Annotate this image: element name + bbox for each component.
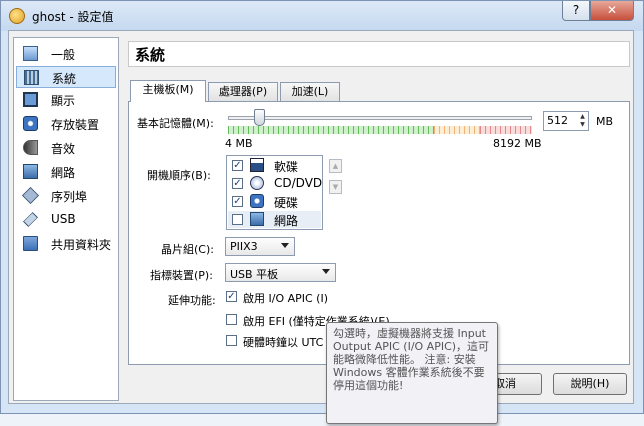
sidebar-item-label: 共用資料夾: [51, 238, 112, 252]
pointing-device-select[interactable]: USB 平板: [225, 263, 336, 282]
sidebar-item-network[interactable]: 網路: [16, 161, 116, 183]
storage-disk-icon: [23, 116, 38, 131]
boot-item-floppy[interactable]: ✓ 軟碟: [228, 157, 321, 174]
utc-clock-label: 硬體時鐘以 UTC: [243, 336, 324, 349]
sidebar-item-usb[interactable]: USB: [16, 209, 116, 231]
page-title: 系統: [135, 46, 166, 64]
speaker-icon: [23, 140, 38, 155]
tab-motherboard[interactable]: 主機板(M): [130, 80, 206, 102]
utc-clock-checkbox[interactable]: [226, 335, 237, 346]
window-title: ghost - 設定值: [32, 10, 114, 24]
hard-disk-icon: [250, 194, 264, 208]
memory-spinbox[interactable]: 512 ▲ ▼: [543, 111, 589, 131]
boot-hdd-checkbox[interactable]: ✓: [232, 196, 243, 207]
boot-item-hard-disk[interactable]: ✓ 硬碟: [228, 193, 321, 210]
sidebar-item-label: 存放裝置: [51, 118, 100, 132]
help-title-button[interactable]: ?: [562, 1, 590, 21]
sidebar-item-label: 序列埠: [51, 190, 88, 204]
chevron-down-icon: [322, 269, 330, 274]
sidebar-item-label: 顯示: [51, 94, 76, 108]
memory-value: 512: [547, 114, 568, 127]
page-header: 系統: [128, 41, 630, 67]
sidebar-item-serial-port[interactable]: 序列埠: [16, 185, 116, 207]
sidebar-item-system[interactable]: 系統: [16, 66, 116, 88]
boot-item-network[interactable]: 網路: [228, 211, 321, 228]
chevron-down-icon: [281, 243, 289, 248]
memory-unit: MB: [596, 115, 614, 128]
sidebar-item-label: 一般: [51, 48, 76, 62]
memory-slider-warning-range: [434, 126, 480, 134]
sidebar-item-label: 網路: [51, 166, 76, 180]
memory-slider-danger-range: [480, 126, 532, 134]
chipset-select[interactable]: PIIX3: [225, 237, 295, 256]
sidebar-item-label: USB: [51, 212, 76, 226]
help-button[interactable]: 說明(H): [553, 373, 627, 395]
boot-item-label: CD/DVD: [274, 176, 323, 190]
boot-item-label: 軟碟: [274, 160, 299, 174]
efi-checkbox[interactable]: [226, 314, 237, 325]
move-down-button[interactable]: ▼: [329, 180, 342, 194]
memory-min-label: 4 MB: [225, 137, 253, 150]
spin-down-icon[interactable]: ▼: [578, 121, 587, 129]
io-apic-checkbox[interactable]: ✓: [226, 291, 237, 302]
sidebar-item-general[interactable]: 一般: [16, 43, 116, 65]
settings-sidebar: 一般 系統 顯示 存放裝置 音效 網路 序列埠 USB 共用資料夾: [13, 37, 119, 401]
io-apic-label: 啟用 I/O APIC (I): [243, 292, 329, 305]
boot-floppy-checkbox[interactable]: ✓: [232, 160, 243, 171]
network-icon: [23, 164, 38, 179]
network-icon: [250, 212, 264, 226]
chipset-value: PIIX3: [230, 240, 258, 253]
cd-dvd-icon: [250, 176, 264, 190]
memory-max-label: 8192 MB: [493, 137, 542, 150]
sidebar-item-storage[interactable]: 存放裝置: [16, 113, 116, 135]
sidebar-item-display[interactable]: 顯示: [16, 89, 116, 111]
sidebar-item-label: 音效: [51, 142, 76, 156]
spin-up-icon[interactable]: ▲: [578, 113, 587, 121]
title-bar: ghost - 設定值 ? ✕: [1, 1, 643, 31]
memory-label: 基本記憶體(M):: [137, 117, 214, 130]
sidebar-item-audio[interactable]: 音效: [16, 137, 116, 159]
pointing-device-value: USB 平板: [230, 268, 279, 281]
boot-item-label: 硬碟: [274, 196, 299, 210]
boot-cd-checkbox[interactable]: ✓: [232, 178, 243, 189]
serial-port-icon: [22, 187, 39, 204]
close-button[interactable]: ✕: [590, 1, 634, 21]
boot-item-label: 網路: [274, 214, 299, 228]
tab-processor[interactable]: 處理器(P): [208, 82, 278, 101]
shared-folder-icon: [23, 236, 38, 251]
move-up-button[interactable]: ▲: [329, 159, 342, 173]
boot-order-list: ✓ 軟碟 ✓ CD/DVD ✓ 硬碟 網路: [226, 155, 323, 230]
memory-slider-track[interactable]: [228, 116, 532, 120]
memory-slider-thumb[interactable]: [254, 109, 265, 126]
display-icon: [23, 92, 38, 107]
pointing-device-label: 指標裝置(P):: [150, 269, 213, 282]
io-apic-tooltip: 勾選時，虛擬機器將支援 Input Output APIC (I/O APIC)…: [326, 322, 498, 424]
boot-network-checkbox[interactable]: [232, 214, 243, 225]
sidebar-item-label: 系統: [52, 72, 77, 86]
memory-slider-safe-range: [228, 126, 434, 134]
boot-item-cd-dvd[interactable]: ✓ CD/DVD: [228, 175, 323, 192]
boot-order-label: 開機順序(B):: [147, 169, 211, 182]
tab-acceleration[interactable]: 加速(L): [280, 82, 340, 101]
virtualbox-app-icon: [9, 8, 25, 24]
extended-features-label: 延伸功能:: [168, 294, 216, 307]
usb-icon: [23, 212, 38, 227]
chipset-label: 晶片組(C):: [161, 243, 214, 256]
system-chip-icon: [24, 70, 39, 85]
monitor-general-icon: [23, 46, 38, 61]
floppy-icon: [250, 158, 264, 172]
sidebar-item-shared-folders[interactable]: 共用資料夾: [16, 233, 116, 255]
